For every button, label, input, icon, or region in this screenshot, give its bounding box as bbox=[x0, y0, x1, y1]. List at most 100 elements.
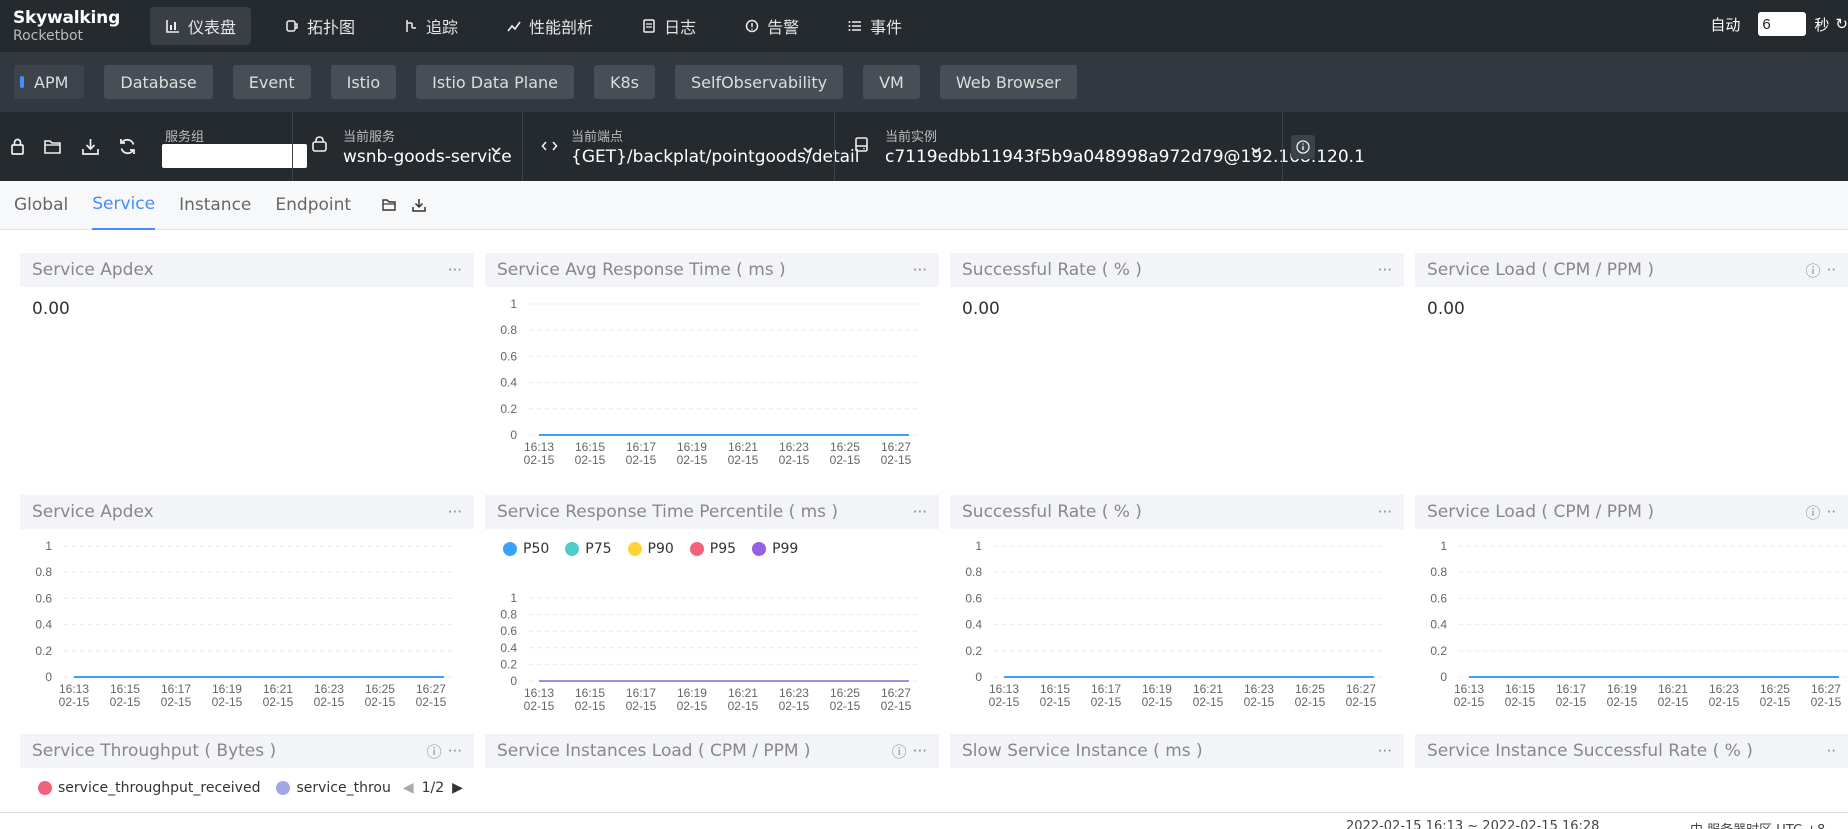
x-tick-label: 02-15 bbox=[677, 699, 708, 713]
x-tick-label: 02-15 bbox=[365, 695, 396, 709]
layer-tab-event[interactable]: Event bbox=[232, 65, 311, 99]
legend-item[interactable]: service_throughput_received bbox=[38, 780, 260, 796]
more-icon[interactable]: ··· bbox=[1378, 261, 1392, 279]
x-tick-label: 02-15 bbox=[575, 453, 606, 467]
x-tick-label: 16:13 bbox=[59, 682, 89, 696]
y-tick-label: 1 bbox=[510, 591, 517, 605]
nav-topology[interactable]: 拓扑图 bbox=[269, 7, 370, 45]
x-tick-label: 16:23 bbox=[314, 682, 344, 696]
y-tick-label: 0.6 bbox=[1430, 591, 1447, 605]
more-icon[interactable]: ·· bbox=[1826, 503, 1836, 521]
legend-prev-icon[interactable]: ◀ bbox=[403, 780, 414, 796]
event-icon bbox=[847, 18, 863, 34]
logo[interactable]: Skywalking Rocketbot bbox=[0, 9, 150, 43]
more-icon[interactable]: ··· bbox=[913, 742, 927, 760]
x-tick-label: 02-15 bbox=[677, 453, 708, 467]
info-button[interactable] bbox=[1282, 112, 1342, 181]
info-icon[interactable]: ⓘ bbox=[427, 741, 442, 762]
more-icon[interactable]: ·· bbox=[1826, 261, 1836, 279]
x-tick-label: 16:21 bbox=[1193, 682, 1223, 696]
x-tick-label: 02-15 bbox=[830, 699, 861, 713]
y-tick-label: 1 bbox=[45, 539, 52, 553]
x-tick-label: 02-15 bbox=[110, 695, 141, 709]
tab-endpoint[interactable]: Endpoint bbox=[275, 181, 351, 230]
x-tick-label: 02-15 bbox=[1040, 695, 1071, 709]
layer-tab-web-browser[interactable]: Web Browser bbox=[939, 65, 1077, 99]
info-icon[interactable]: ⓘ bbox=[892, 741, 907, 762]
layer-tabs: APM Database Event Istio Istio Data Plan… bbox=[0, 52, 1848, 112]
more-icon[interactable]: ··· bbox=[448, 742, 462, 760]
more-icon[interactable]: ··· bbox=[1378, 503, 1392, 521]
x-tick-label: 02-15 bbox=[1142, 695, 1173, 709]
more-icon[interactable]: ··· bbox=[913, 503, 927, 521]
service-group-selector: 服务组 bbox=[146, 112, 307, 181]
endpoint-value: {GET}/backplat/pointgoods/detail bbox=[571, 147, 860, 167]
layer-tab-database[interactable]: Database bbox=[104, 65, 213, 99]
nav-profile[interactable]: 性能剖析 bbox=[491, 7, 608, 45]
folder-icon[interactable] bbox=[381, 197, 397, 213]
widget-successful-rate-chart: Successful Rate ( % ) ··· 0 0.2 0.4 0.6 0.8 1 1… bbox=[950, 495, 1404, 723]
x-tick-label: 16:15 bbox=[575, 440, 605, 454]
nav-event[interactable]: 事件 bbox=[832, 7, 917, 45]
auto-interval-input[interactable] bbox=[1758, 12, 1807, 36]
nav-trace[interactable]: 追踪 bbox=[388, 7, 473, 45]
x-tick-label: 16:21 bbox=[728, 686, 758, 700]
dashboard-tabs: Global Service Instance Endpoint bbox=[0, 181, 1848, 230]
x-tick-label: 16:13 bbox=[989, 682, 1019, 696]
layer-tab-istio-data-plane[interactable]: Istio Data Plane bbox=[416, 65, 574, 99]
y-tick-label: 0.2 bbox=[1430, 644, 1447, 658]
y-tick-label: 1 bbox=[510, 297, 517, 311]
widget-title: Successful Rate ( % ) bbox=[962, 260, 1142, 280]
reload-icon[interactable]: ↻ bbox=[1835, 15, 1848, 33]
tab-instance[interactable]: Instance bbox=[179, 181, 251, 230]
nav-alarm[interactable]: 告警 bbox=[729, 7, 814, 45]
more-icon[interactable]: ··· bbox=[1378, 742, 1392, 760]
layer-tab-k8s[interactable]: K8s bbox=[593, 65, 655, 99]
footer: 2022-02-15 16:13 ~ 2022-02-15 16:28 中 服务… bbox=[0, 812, 1848, 829]
y-tick-label: 0 bbox=[510, 674, 517, 688]
info-icon[interactable]: ⓘ bbox=[1805, 260, 1820, 281]
layer-tab-istio[interactable]: Istio bbox=[330, 65, 397, 99]
y-tick-label: 1 bbox=[1440, 539, 1447, 553]
nav-dashboard[interactable]: 仪表盘 bbox=[150, 7, 252, 45]
x-tick-label: 02-15 bbox=[1658, 695, 1689, 709]
tab-global[interactable]: Global bbox=[14, 181, 68, 230]
y-tick-label: 0.2 bbox=[965, 644, 982, 658]
x-tick-label: 02-15 bbox=[728, 699, 759, 713]
more-icon[interactable]: ··· bbox=[448, 503, 462, 521]
endpoint-selector[interactable]: 当前端点 {GET}/backplat/pointgoods/detail bbox=[522, 112, 860, 181]
more-icon[interactable]: ··· bbox=[913, 261, 927, 279]
x-tick-label: 02-15 bbox=[1346, 695, 1377, 709]
tab-service[interactable]: Service bbox=[92, 181, 156, 230]
service-group-input[interactable] bbox=[162, 144, 307, 168]
x-tick-label: 02-15 bbox=[416, 695, 447, 709]
layer-tab-apm[interactable]: APM bbox=[14, 65, 85, 99]
more-icon[interactable]: ··· bbox=[448, 261, 462, 279]
legend-item[interactable]: service_throu bbox=[276, 780, 391, 796]
time-range[interactable]: 2022-02-15 16:13 ~ 2022-02-15 16:28 bbox=[1346, 819, 1599, 829]
more-icon[interactable]: ·· bbox=[1826, 742, 1836, 760]
layer-tab-selfobservability[interactable]: SelfObservability bbox=[675, 65, 844, 99]
timezone: 中 服务器时区 UTC +8 bbox=[1690, 819, 1825, 829]
legend-next-icon[interactable]: ▶ bbox=[452, 780, 463, 796]
instance-selector[interactable]: 当前实例 c7119edbb11943f5b9a048998a972d79@19… bbox=[834, 112, 1365, 181]
x-tick-label: 02-15 bbox=[1193, 695, 1224, 709]
widget-title: Service Load ( CPM / PPM ) bbox=[1427, 502, 1654, 522]
widget-service-apdex: Service Apdex ··· 0.00 bbox=[20, 253, 474, 481]
widget-avg-response-time: Service Avg Response Time ( ms ) ··· 0 0.2… bbox=[485, 253, 939, 481]
x-tick-label: 02-15 bbox=[212, 695, 243, 709]
refresh-icon[interactable] bbox=[108, 112, 146, 181]
x-tick-label: 16:23 bbox=[779, 440, 809, 454]
lock-icon[interactable] bbox=[2, 112, 32, 181]
info-icon[interactable]: ⓘ bbox=[1805, 502, 1820, 523]
download-icon[interactable] bbox=[72, 112, 108, 181]
layer-tab-vm[interactable]: VM bbox=[863, 65, 920, 99]
download-icon[interactable] bbox=[411, 197, 427, 213]
endpoint-label: 当前端点 bbox=[571, 130, 624, 145]
x-tick-label: 02-15 bbox=[1760, 695, 1791, 709]
folder-icon[interactable] bbox=[32, 112, 72, 181]
x-tick-label: 16:27 bbox=[1811, 682, 1841, 696]
nav-log[interactable]: 日志 bbox=[626, 7, 711, 45]
y-tick-label: 0.8 bbox=[500, 608, 517, 622]
service-selector[interactable]: 当前服务 wsnb-goods-service bbox=[292, 112, 522, 181]
